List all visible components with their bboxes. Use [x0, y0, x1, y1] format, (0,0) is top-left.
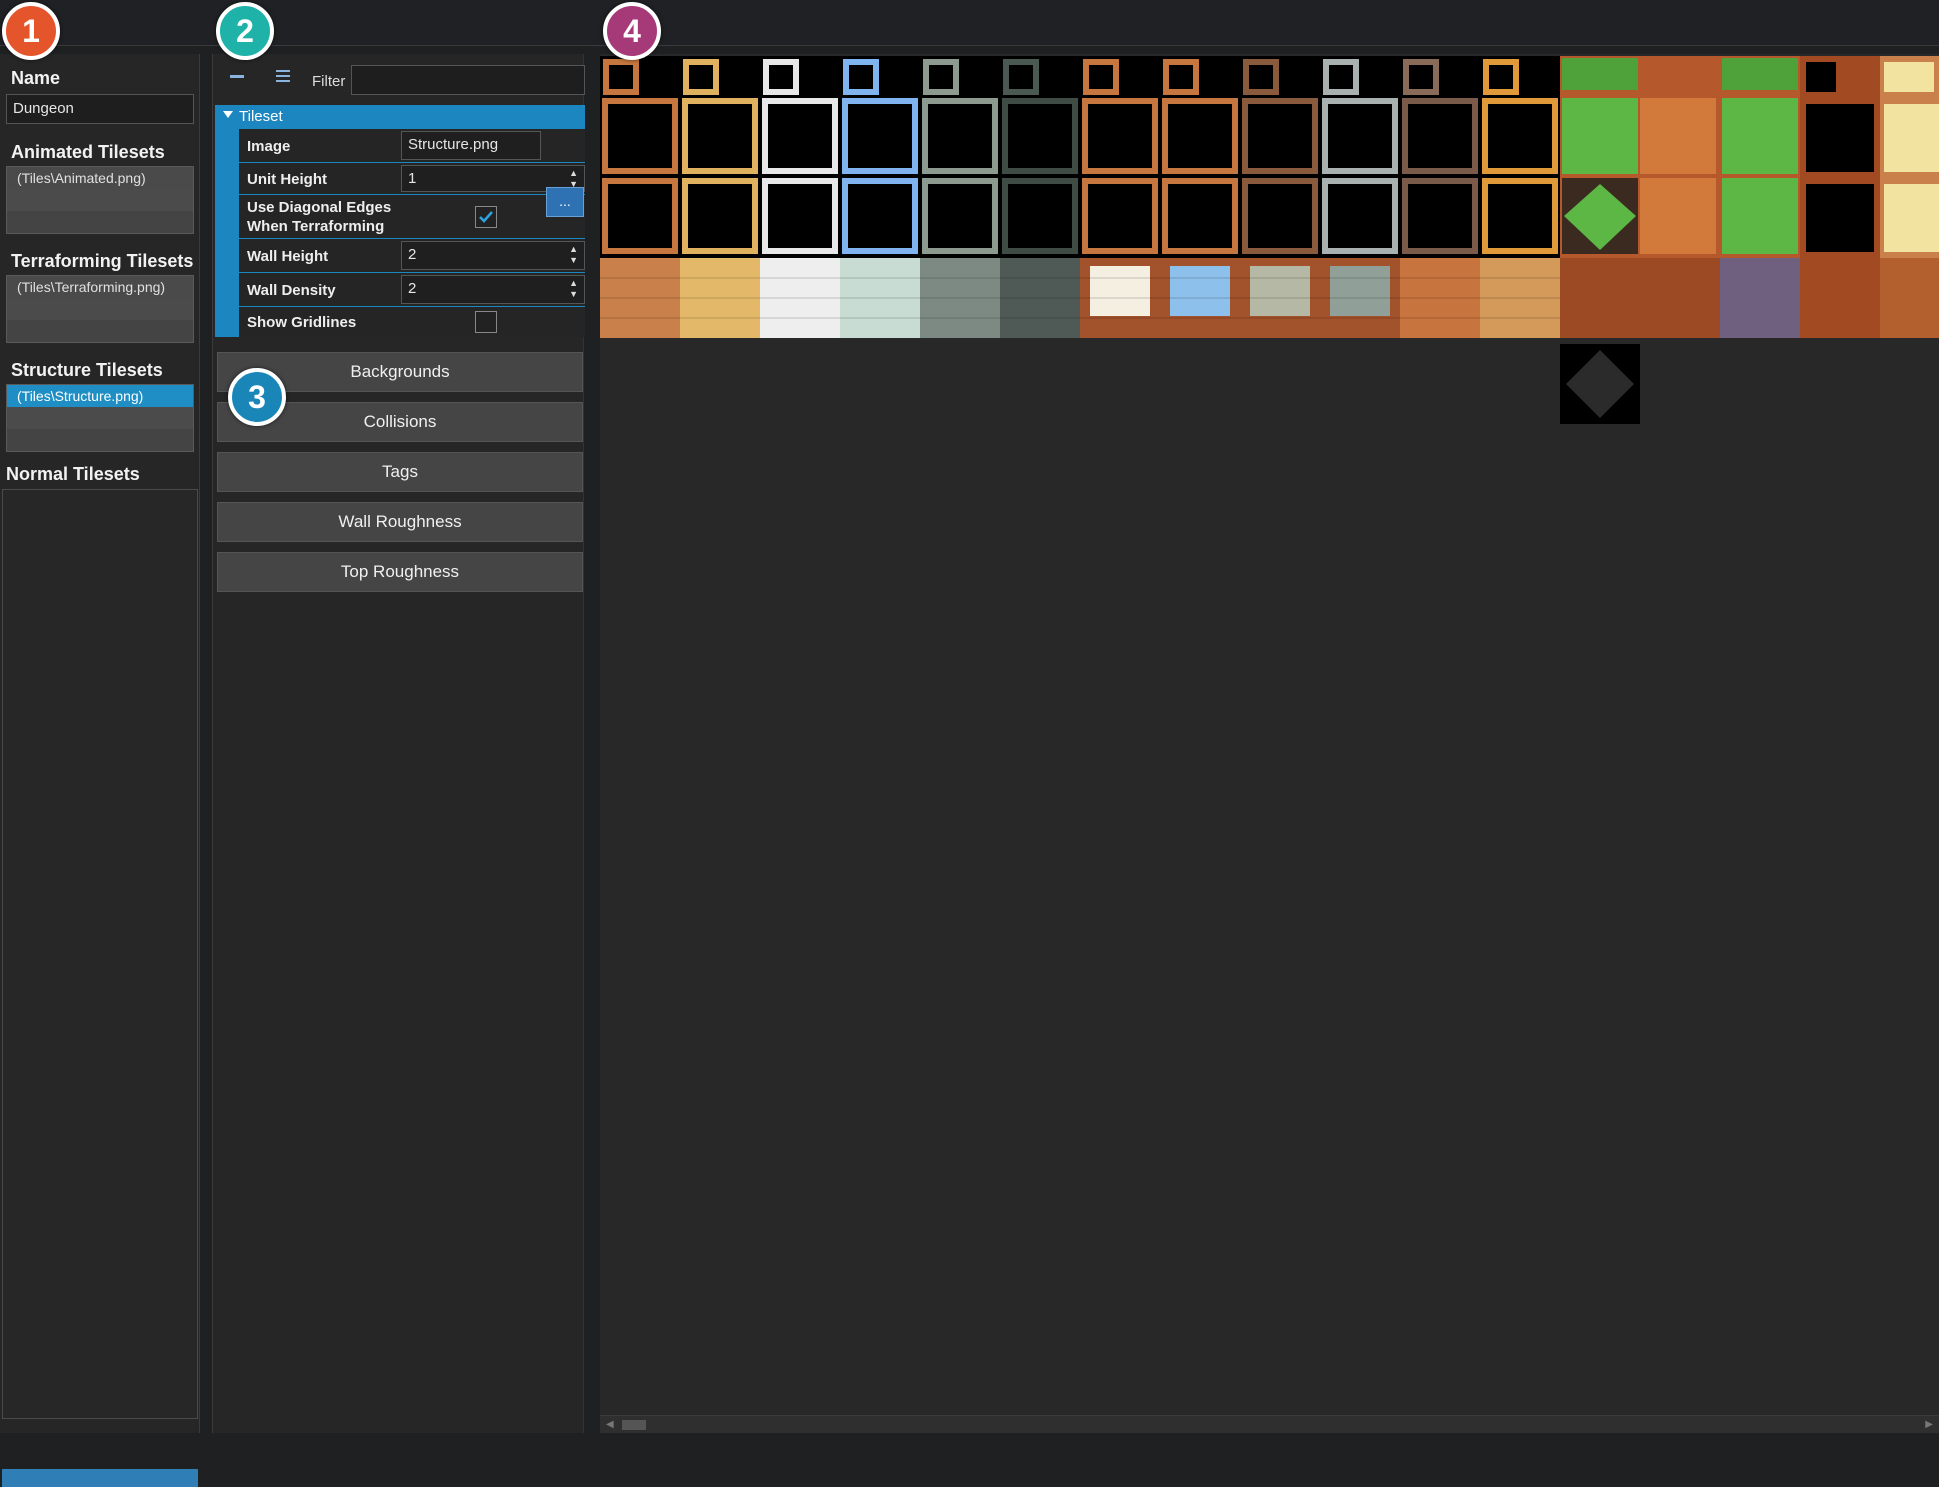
- top-bar: [0, 0, 1939, 46]
- tags-button[interactable]: Tags: [217, 452, 583, 492]
- animated-tilesets-label: Animated Tilesets: [11, 142, 165, 162]
- diamond-shape: [1566, 350, 1634, 418]
- category-label: Tileset: [239, 108, 283, 125]
- callout-1: 1: [2, 2, 60, 60]
- callout-3: 3: [228, 368, 286, 426]
- top-roughness-button[interactable]: Top Roughness: [217, 552, 583, 592]
- list-item-empty: [7, 189, 193, 211]
- list-item-empty: [7, 407, 193, 429]
- list-item-empty: [7, 298, 193, 320]
- terraforming-tilesets-label: Terraforming Tilesets: [11, 251, 194, 271]
- property-row-gridlines: Show Gridlines: [239, 307, 585, 337]
- name-label: Name: [11, 68, 61, 88]
- animated-tilesets-list[interactable]: (Tiles\Animated.png): [6, 166, 194, 234]
- wall-density-label: Wall Density: [247, 282, 336, 299]
- scroll-right-icon[interactable]: ▶: [1925, 1419, 1933, 1430]
- diamond-tile[interactable]: [1560, 344, 1640, 424]
- callout-2: 2: [216, 2, 274, 60]
- collapse-triangle-icon: [223, 111, 233, 118]
- tileset-category-header[interactable]: Tileset: [215, 105, 585, 129]
- list-item[interactable]: (Tiles\Animated.png): [7, 167, 193, 189]
- property-grid: Image Structure.png Unit Height 1 ▲ ▼ Use…: [215, 129, 585, 337]
- gridlines-checkbox[interactable]: [475, 311, 497, 333]
- diagonal-label-1: Use Diagonal Edges: [247, 199, 392, 216]
- list-item-empty: [7, 211, 193, 233]
- normal-tilesets-label: Normal Tilesets: [6, 464, 140, 484]
- stepper-arrows-icon[interactable]: ▲ ▼: [569, 244, 578, 266]
- horizontal-scrollbar[interactable]: ◀ ▶: [600, 1415, 1939, 1433]
- normal-tilesets-list[interactable]: [2, 489, 198, 1419]
- terraforming-tilesets-list[interactable]: (Tiles\Terraforming.png): [6, 275, 194, 343]
- scroll-left-icon[interactable]: ◀: [606, 1419, 614, 1430]
- wall-height-stepper[interactable]: 2 ▲ ▼: [401, 241, 585, 270]
- gridlines-label: Show Gridlines: [247, 314, 357, 331]
- property-row-diagonal: Use Diagonal Edges When Terraforming: [239, 195, 585, 239]
- list-item-empty: [7, 429, 193, 451]
- bottom-button[interactable]: [2, 1469, 198, 1487]
- scroll-thumb[interactable]: [622, 1420, 646, 1430]
- diagonal-label-2: When Terraforming: [247, 218, 385, 235]
- property-row-wall-height: Wall Height 2 ▲ ▼: [239, 239, 585, 273]
- property-row-unit-height: Unit Height 1 ▲ ▼: [239, 163, 585, 195]
- list-icon[interactable]: [273, 66, 293, 86]
- filter-input[interactable]: [351, 65, 585, 95]
- name-input[interactable]: Dungeon: [6, 94, 194, 124]
- tileset-settings-panel: Name Dungeon Animated Tilesets (Tiles\An…: [0, 54, 200, 1487]
- unit-height-label: Unit Height: [247, 171, 327, 188]
- wall-roughness-button[interactable]: Wall Roughness: [217, 502, 583, 542]
- wall-height-label: Wall Height: [247, 248, 329, 265]
- unit-height-value: 1: [408, 170, 417, 187]
- structure-tilesets-label: Structure Tilesets: [11, 360, 163, 380]
- wall-density-stepper[interactable]: 2 ▲ ▼: [401, 275, 585, 304]
- check-icon: [479, 211, 493, 223]
- image-field[interactable]: Structure.png: [401, 131, 541, 160]
- list-item-empty: [7, 320, 193, 342]
- tileset-viewer[interactable]: ◀ ▶: [600, 54, 1939, 1433]
- structure-tilesets-list[interactable]: (Tiles\Structure.png): [6, 384, 194, 452]
- browse-button[interactable]: ...: [546, 187, 584, 217]
- tilesheet-image[interactable]: [600, 56, 1939, 338]
- image-label: Image: [247, 138, 291, 155]
- properties-panel: Filter Tileset Image Structure.png Unit …: [212, 54, 585, 1433]
- wall-height-value: 2: [408, 246, 417, 263]
- filter-label: Filter: [312, 73, 346, 90]
- wall-density-value: 2: [408, 280, 417, 297]
- diagonal-checkbox[interactable]: [475, 206, 497, 228]
- list-item[interactable]: (Tiles\Terraforming.png): [7, 276, 193, 298]
- stepper-arrows-icon[interactable]: ▲ ▼: [569, 278, 578, 300]
- property-row-image: Image Structure.png: [239, 129, 585, 163]
- properties-toolbar: Filter: [213, 54, 585, 100]
- list-item-selected[interactable]: (Tiles\Structure.png): [7, 385, 193, 407]
- callout-4: 4: [603, 2, 661, 60]
- property-row-wall-density: Wall Density 2 ▲ ▼: [239, 273, 585, 307]
- structure-tilesheet: [600, 56, 1939, 338]
- minus-icon[interactable]: [227, 66, 247, 86]
